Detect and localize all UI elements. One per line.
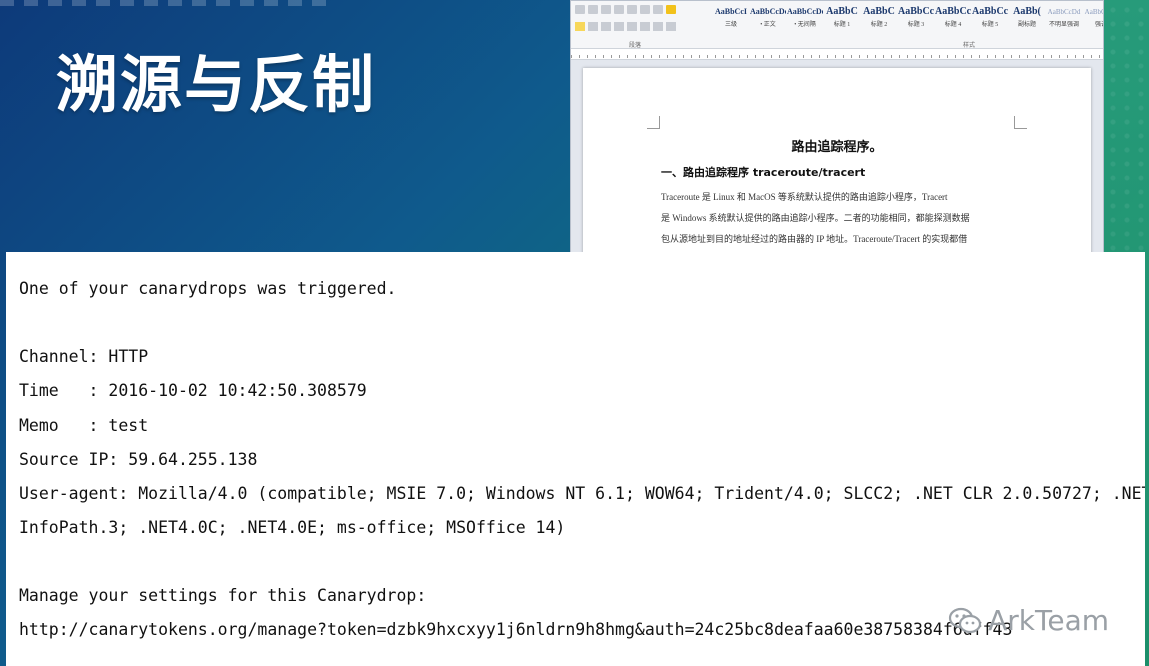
watermark-text: ArkTeam — [988, 604, 1109, 637]
line-spacing-icon[interactable] — [640, 22, 650, 31]
style-caption: 不明显强调 — [1048, 22, 1079, 28]
style-gallery-item[interactable]: AaBbCcI 标题 3 — [898, 5, 934, 33]
email-user-agent-cont: InfoPath.3; .NET4.0C; .NET4.0E; ms-offic… — [19, 518, 566, 537]
ribbon-toolbar-row2 — [575, 22, 676, 31]
align-left-icon[interactable] — [575, 22, 585, 31]
page-corner-mark — [647, 116, 660, 129]
slide-title: 溯源与反制 — [56, 48, 377, 121]
email-user-agent: User-agent: Mozilla/4.0 (compatible; MSI… — [19, 484, 1145, 503]
document-paragraph-line: 是 Windows 系统默认提供的路由追踪小程序。二者的功能相同，都能探测数据 — [661, 213, 970, 223]
style-sample: AaBbC — [826, 6, 858, 17]
email-channel: Channel: HTTP — [19, 347, 149, 366]
numbering-icon[interactable] — [588, 5, 598, 14]
style-gallery-item[interactable]: AaBbCcI 标题 4 — [935, 5, 971, 33]
align-center-icon[interactable] — [588, 22, 598, 31]
style-sample: AaBbCcDd — [1047, 8, 1081, 16]
style-sample: AaBbCcDd — [1084, 8, 1103, 16]
style-gallery-item[interactable]: AaBbCcDd • 正文 — [750, 5, 786, 33]
style-sample: AaBbCcI — [935, 6, 971, 17]
increase-indent-icon[interactable] — [627, 5, 637, 14]
group-label-paragraph: 段落 — [629, 42, 642, 49]
style-gallery-item[interactable]: AaBb( 副标题 — [1009, 5, 1045, 33]
document-title: 路由追踪程序。 — [791, 140, 883, 155]
style-caption: 三级 — [724, 22, 737, 28]
decrease-indent-icon[interactable] — [614, 5, 624, 14]
chinese-layout-icon[interactable] — [640, 5, 650, 14]
style-caption: 副标题 — [1017, 22, 1036, 28]
style-sample: AaBbCcDd — [787, 7, 823, 16]
email-manage-url[interactable]: http://canarytokens.org/manage?token=dzb… — [19, 620, 1012, 639]
style-gallery-item[interactable]: AaBbC 标题 2 — [861, 5, 897, 33]
style-caption: 标题 3 — [907, 22, 925, 28]
multilevel-list-icon[interactable] — [601, 5, 611, 14]
style-sample: AaBbCc — [972, 6, 1008, 17]
email-memo: Memo : test — [19, 416, 149, 435]
styles-gallery: AaBbCcI 三级 AaBbCcDd • 正文 AaBbCcDd • 无间隔 AaBbC 标… — [713, 5, 1103, 33]
document-area: 路由追踪程序。 一、路由追踪程序 traceroute/tracert Trac… — [571, 60, 1103, 253]
bullets-icon[interactable] — [575, 5, 585, 14]
style-gallery-item[interactable]: AaBbCcDd 强调 — [1083, 5, 1103, 33]
email-manage-label: Manage your settings for this Canarydrop… — [19, 586, 427, 605]
sort-icon[interactable] — [653, 5, 663, 14]
document-paragraph-line: Traceroute 是 Linux 和 MacOS 等系统默认提供的路由追踪小… — [661, 192, 948, 202]
word-document-screenshot: AaBbCcI 三级 AaBbCcDd • 正文 AaBbCcDd • 无间隔 AaBbC 标… — [570, 0, 1104, 254]
style-gallery-item[interactable]: AaBbCcDd • 无间隔 — [787, 5, 823, 33]
page-corner-mark — [1014, 116, 1027, 129]
style-gallery-item[interactable]: AaBbCcDd 不明显强调 — [1046, 5, 1082, 33]
style-caption: 强调 — [1094, 22, 1103, 28]
distributed-icon[interactable] — [627, 22, 637, 31]
document-page[interactable] — [583, 68, 1091, 253]
canarytoken-email-body: One of your canarydrops was triggered. C… — [6, 252, 1145, 666]
style-sample: AaBbCcI — [898, 6, 934, 17]
style-sample: AaBbCcDd — [750, 7, 786, 16]
style-caption: • 无间隔 — [794, 22, 816, 28]
borders-icon[interactable] — [666, 22, 676, 31]
style-caption: 标题 4 — [944, 22, 962, 28]
show-marks-icon[interactable] — [666, 5, 676, 14]
style-caption: • 正文 — [760, 22, 776, 28]
ribbon-toolbar-row1 — [575, 5, 676, 14]
document-paragraph-line: 包从源地址到目的地址经过的路由器的 IP 地址。Traceroute/Trace… — [661, 234, 968, 244]
email-intro: One of your canarydrops was triggered. — [19, 279, 397, 298]
wechat-icon — [949, 607, 982, 633]
style-gallery-item[interactable]: AaBbCcI 三级 — [713, 5, 749, 33]
style-caption: 标题 5 — [981, 22, 999, 28]
style-sample: AaBbC — [863, 6, 895, 17]
email-source-ip: Source IP: 59.64.255.138 — [19, 450, 258, 469]
style-sample: AaBbCcI — [714, 7, 747, 16]
style-gallery-item[interactable]: AaBbCc 标题 5 — [972, 5, 1008, 33]
align-right-icon[interactable] — [601, 22, 611, 31]
arkteam-watermark: ArkTeam — [948, 604, 1109, 637]
style-gallery-item[interactable]: AaBbC 标题 1 — [824, 5, 860, 33]
word-ribbon: AaBbCcI 三级 AaBbCcDd • 正文 AaBbCcDd • 无间隔 AaBbC 标… — [571, 1, 1103, 49]
decorative-topline — [0, 0, 330, 6]
justify-icon[interactable] — [614, 22, 624, 31]
style-sample: AaBb( — [1013, 6, 1041, 17]
style-caption: 标题 2 — [870, 22, 888, 28]
horizontal-ruler[interactable] — [571, 49, 1103, 60]
style-caption: 标题 1 — [833, 22, 851, 28]
group-label-styles: 样式 — [963, 42, 976, 49]
email-time: Time : 2016-10-02 10:42:50.308579 — [19, 381, 367, 400]
document-heading: 一、路由追踪程序 traceroute/tracert — [661, 166, 866, 179]
shading-icon[interactable] — [653, 22, 663, 31]
